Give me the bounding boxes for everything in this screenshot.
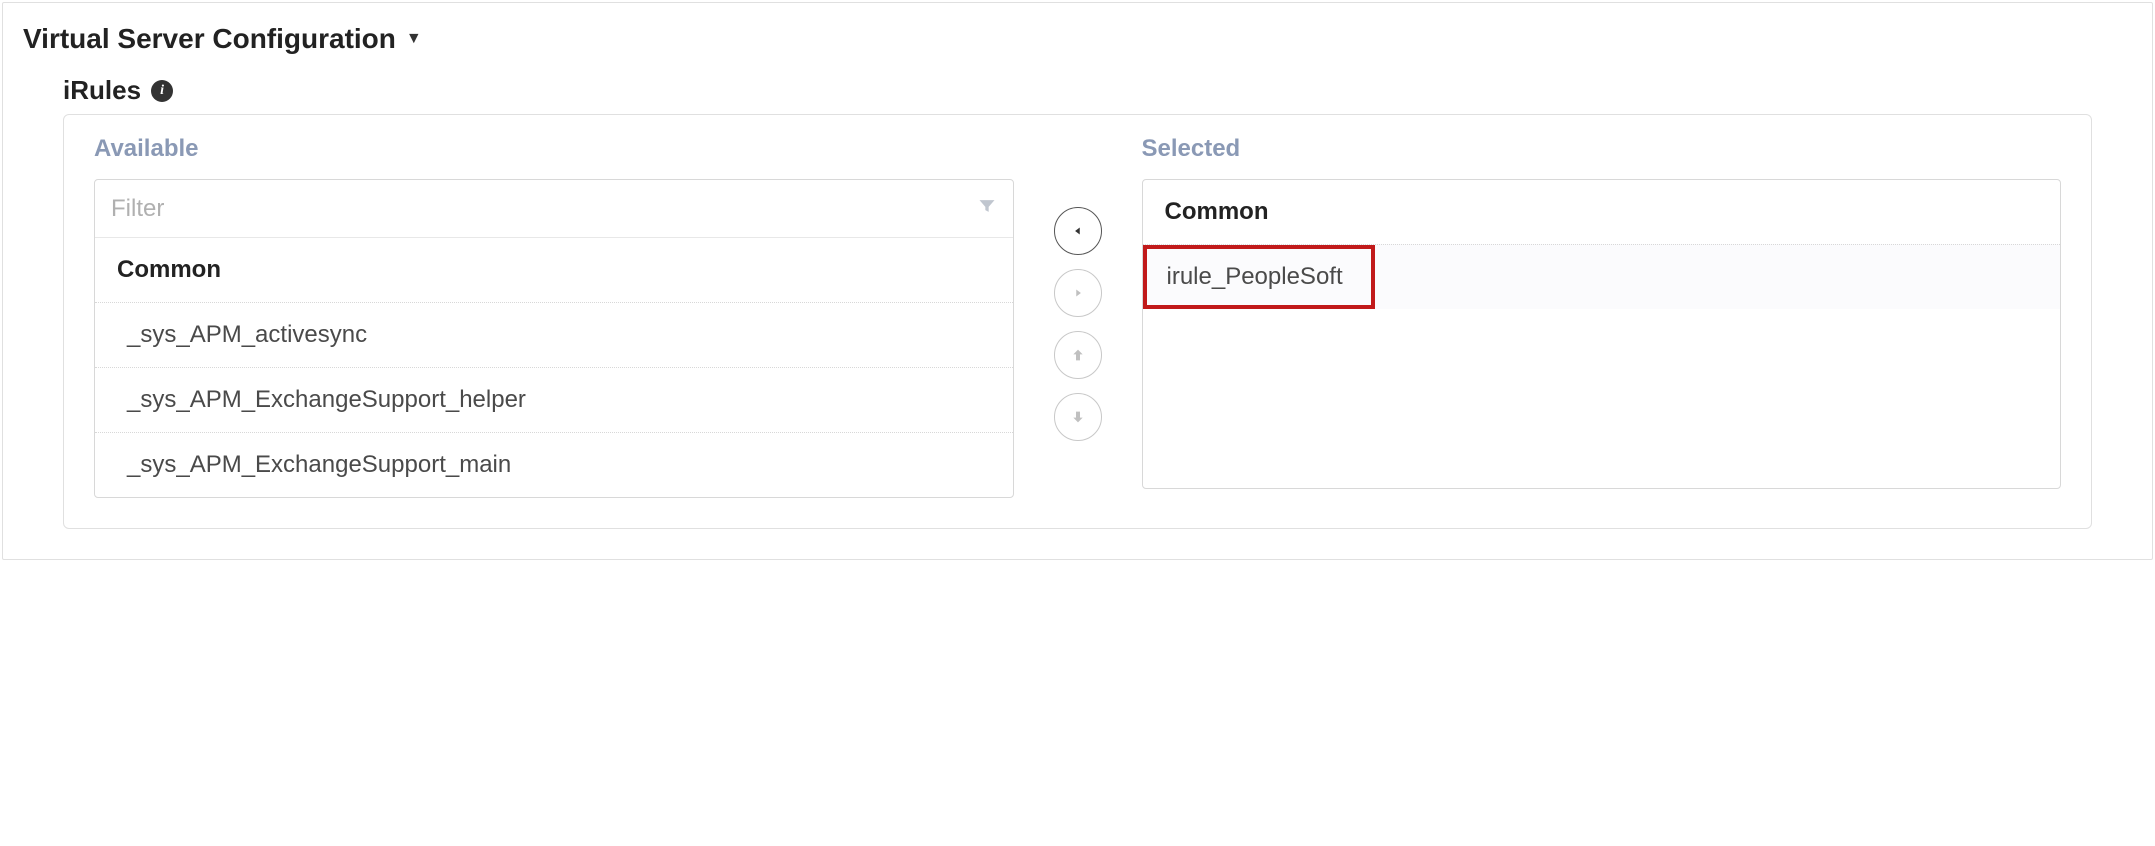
filter-input[interactable]: [111, 195, 977, 223]
list-item-label: _sys_APM_ExchangeSupport_main: [95, 433, 1013, 498]
available-group-header: Common: [95, 238, 1013, 302]
move-down-button[interactable]: [1054, 393, 1102, 441]
section-title: Virtual Server Configuration: [23, 23, 396, 55]
move-up-button[interactable]: [1054, 331, 1102, 379]
available-column: Available Common _sys_APM_activesyn: [94, 135, 1014, 498]
irules-label: iRules: [63, 75, 141, 106]
triangle-left-icon: [1071, 224, 1085, 238]
list-item[interactable]: _sys_APM_ExchangeSupport_main: [95, 433, 1013, 498]
available-title: Available: [94, 135, 1014, 163]
list-item[interactable]: _sys_APM_ExchangeSupport_helper: [95, 368, 1013, 433]
caret-down-icon: ▼: [406, 30, 422, 48]
available-listbox: Common _sys_APM_activesync _sys_APM_Exch…: [94, 179, 1014, 498]
section-body: iRules i Available Common: [3, 65, 2152, 559]
list-item-label: _sys_APM_activesync: [95, 303, 1013, 368]
arrow-down-icon: [1070, 409, 1086, 425]
move-left-button[interactable]: [1054, 207, 1102, 255]
move-right-button[interactable]: [1054, 269, 1102, 317]
virtual-server-config-panel: Virtual Server Configuration ▼ iRules i …: [2, 2, 2153, 560]
triangle-right-icon: [1071, 286, 1085, 300]
selected-title: Selected: [1142, 135, 2062, 163]
move-buttons-column: [1054, 135, 1102, 441]
selected-group-header: Common: [1143, 180, 2061, 244]
selected-row: irule_PeopleSoft: [1143, 244, 2061, 309]
list-item-label: _sys_APM_ExchangeSupport_helper: [95, 368, 1013, 433]
irules-dual-list: Available Common _sys_APM_activesyn: [63, 114, 2092, 529]
section-header[interactable]: Virtual Server Configuration ▼: [3, 3, 2152, 65]
selected-listbox: Common irule_PeopleSoft: [1142, 179, 2062, 489]
info-icon[interactable]: i: [151, 80, 173, 102]
filter-row: [95, 180, 1013, 238]
selected-column: Selected Common irule_PeopleSoft: [1142, 135, 2062, 489]
arrow-up-icon: [1070, 347, 1086, 363]
available-items-table: _sys_APM_activesync _sys_APM_ExchangeSup…: [95, 302, 1013, 497]
selected-item[interactable]: irule_PeopleSoft: [1143, 245, 1375, 309]
filter-icon[interactable]: [977, 196, 997, 222]
list-item[interactable]: _sys_APM_activesync: [95, 303, 1013, 368]
irules-label-row: iRules i: [63, 75, 2122, 106]
